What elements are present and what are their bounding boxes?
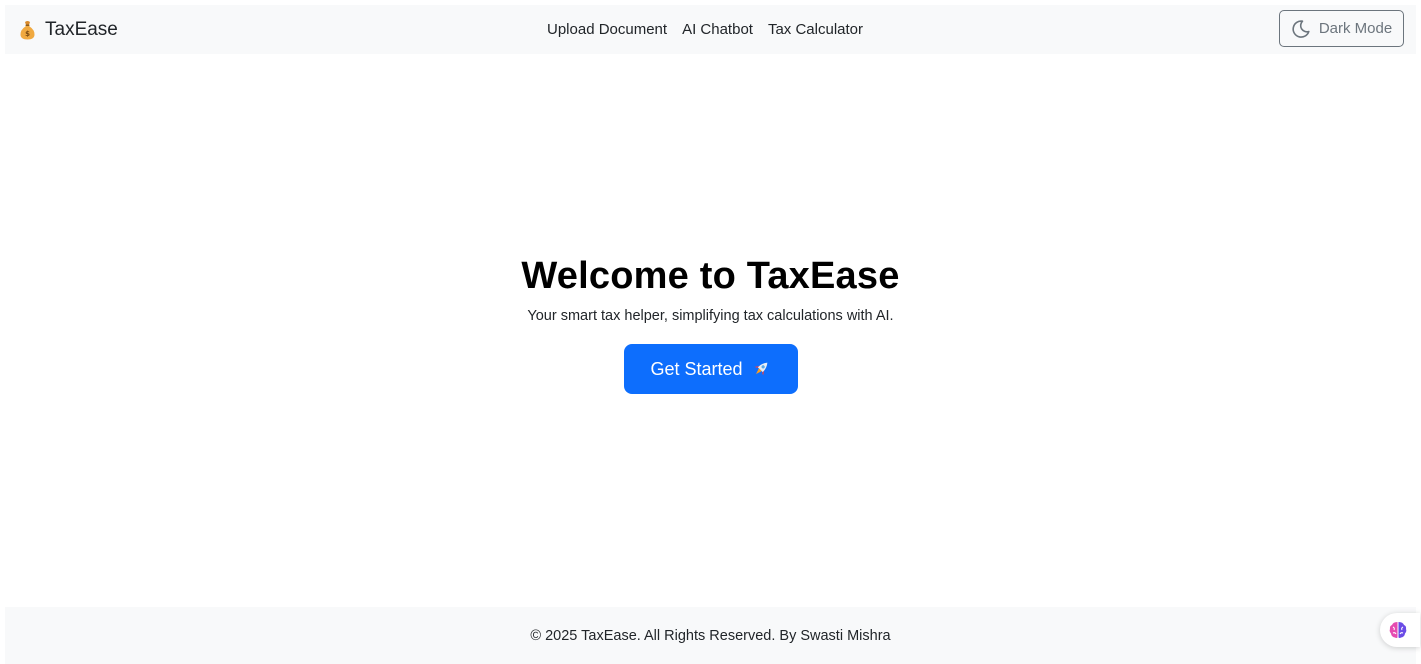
get-started-label: Get Started <box>650 358 743 379</box>
brain-icon <box>1388 620 1408 640</box>
page: $ TaxEase Upload Document AI Chatbot Tax… <box>0 0 1421 664</box>
footer: © 2025 TaxEase. All Rights Reserved. By … <box>5 607 1416 664</box>
dark-mode-button[interactable]: Dark Mode <box>1279 10 1404 47</box>
brand-label: TaxEase <box>45 18 118 40</box>
navbar: $ TaxEase Upload Document AI Chatbot Tax… <box>5 5 1416 54</box>
get-started-button[interactable]: Get Started <box>623 344 798 394</box>
footer-text: © 2025 TaxEase. All Rights Reserved. By … <box>530 627 891 644</box>
rocket-icon <box>751 359 771 379</box>
nav-link-tax-calculator[interactable]: Tax Calculator <box>768 21 863 38</box>
hero-title: Welcome to TaxEase <box>521 255 900 297</box>
ai-assistant-widget[interactable] <box>1380 613 1420 647</box>
money-bag-icon: $ <box>19 20 36 40</box>
nav-link-ai-chatbot[interactable]: AI Chatbot <box>682 21 753 38</box>
hero-section: Welcome to TaxEase Your smart tax helper… <box>0 250 1421 394</box>
nav-links: Upload Document AI Chatbot Tax Calculato… <box>547 5 863 54</box>
svg-text:$: $ <box>25 30 30 38</box>
moon-icon <box>1291 19 1311 39</box>
dark-mode-label: Dark Mode <box>1318 20 1393 37</box>
nav-link-upload-document[interactable]: Upload Document <box>547 21 667 38</box>
hero-subtitle: Your smart tax helper, simplifying tax c… <box>527 308 894 324</box>
brand-link[interactable]: $ TaxEase <box>19 5 118 54</box>
